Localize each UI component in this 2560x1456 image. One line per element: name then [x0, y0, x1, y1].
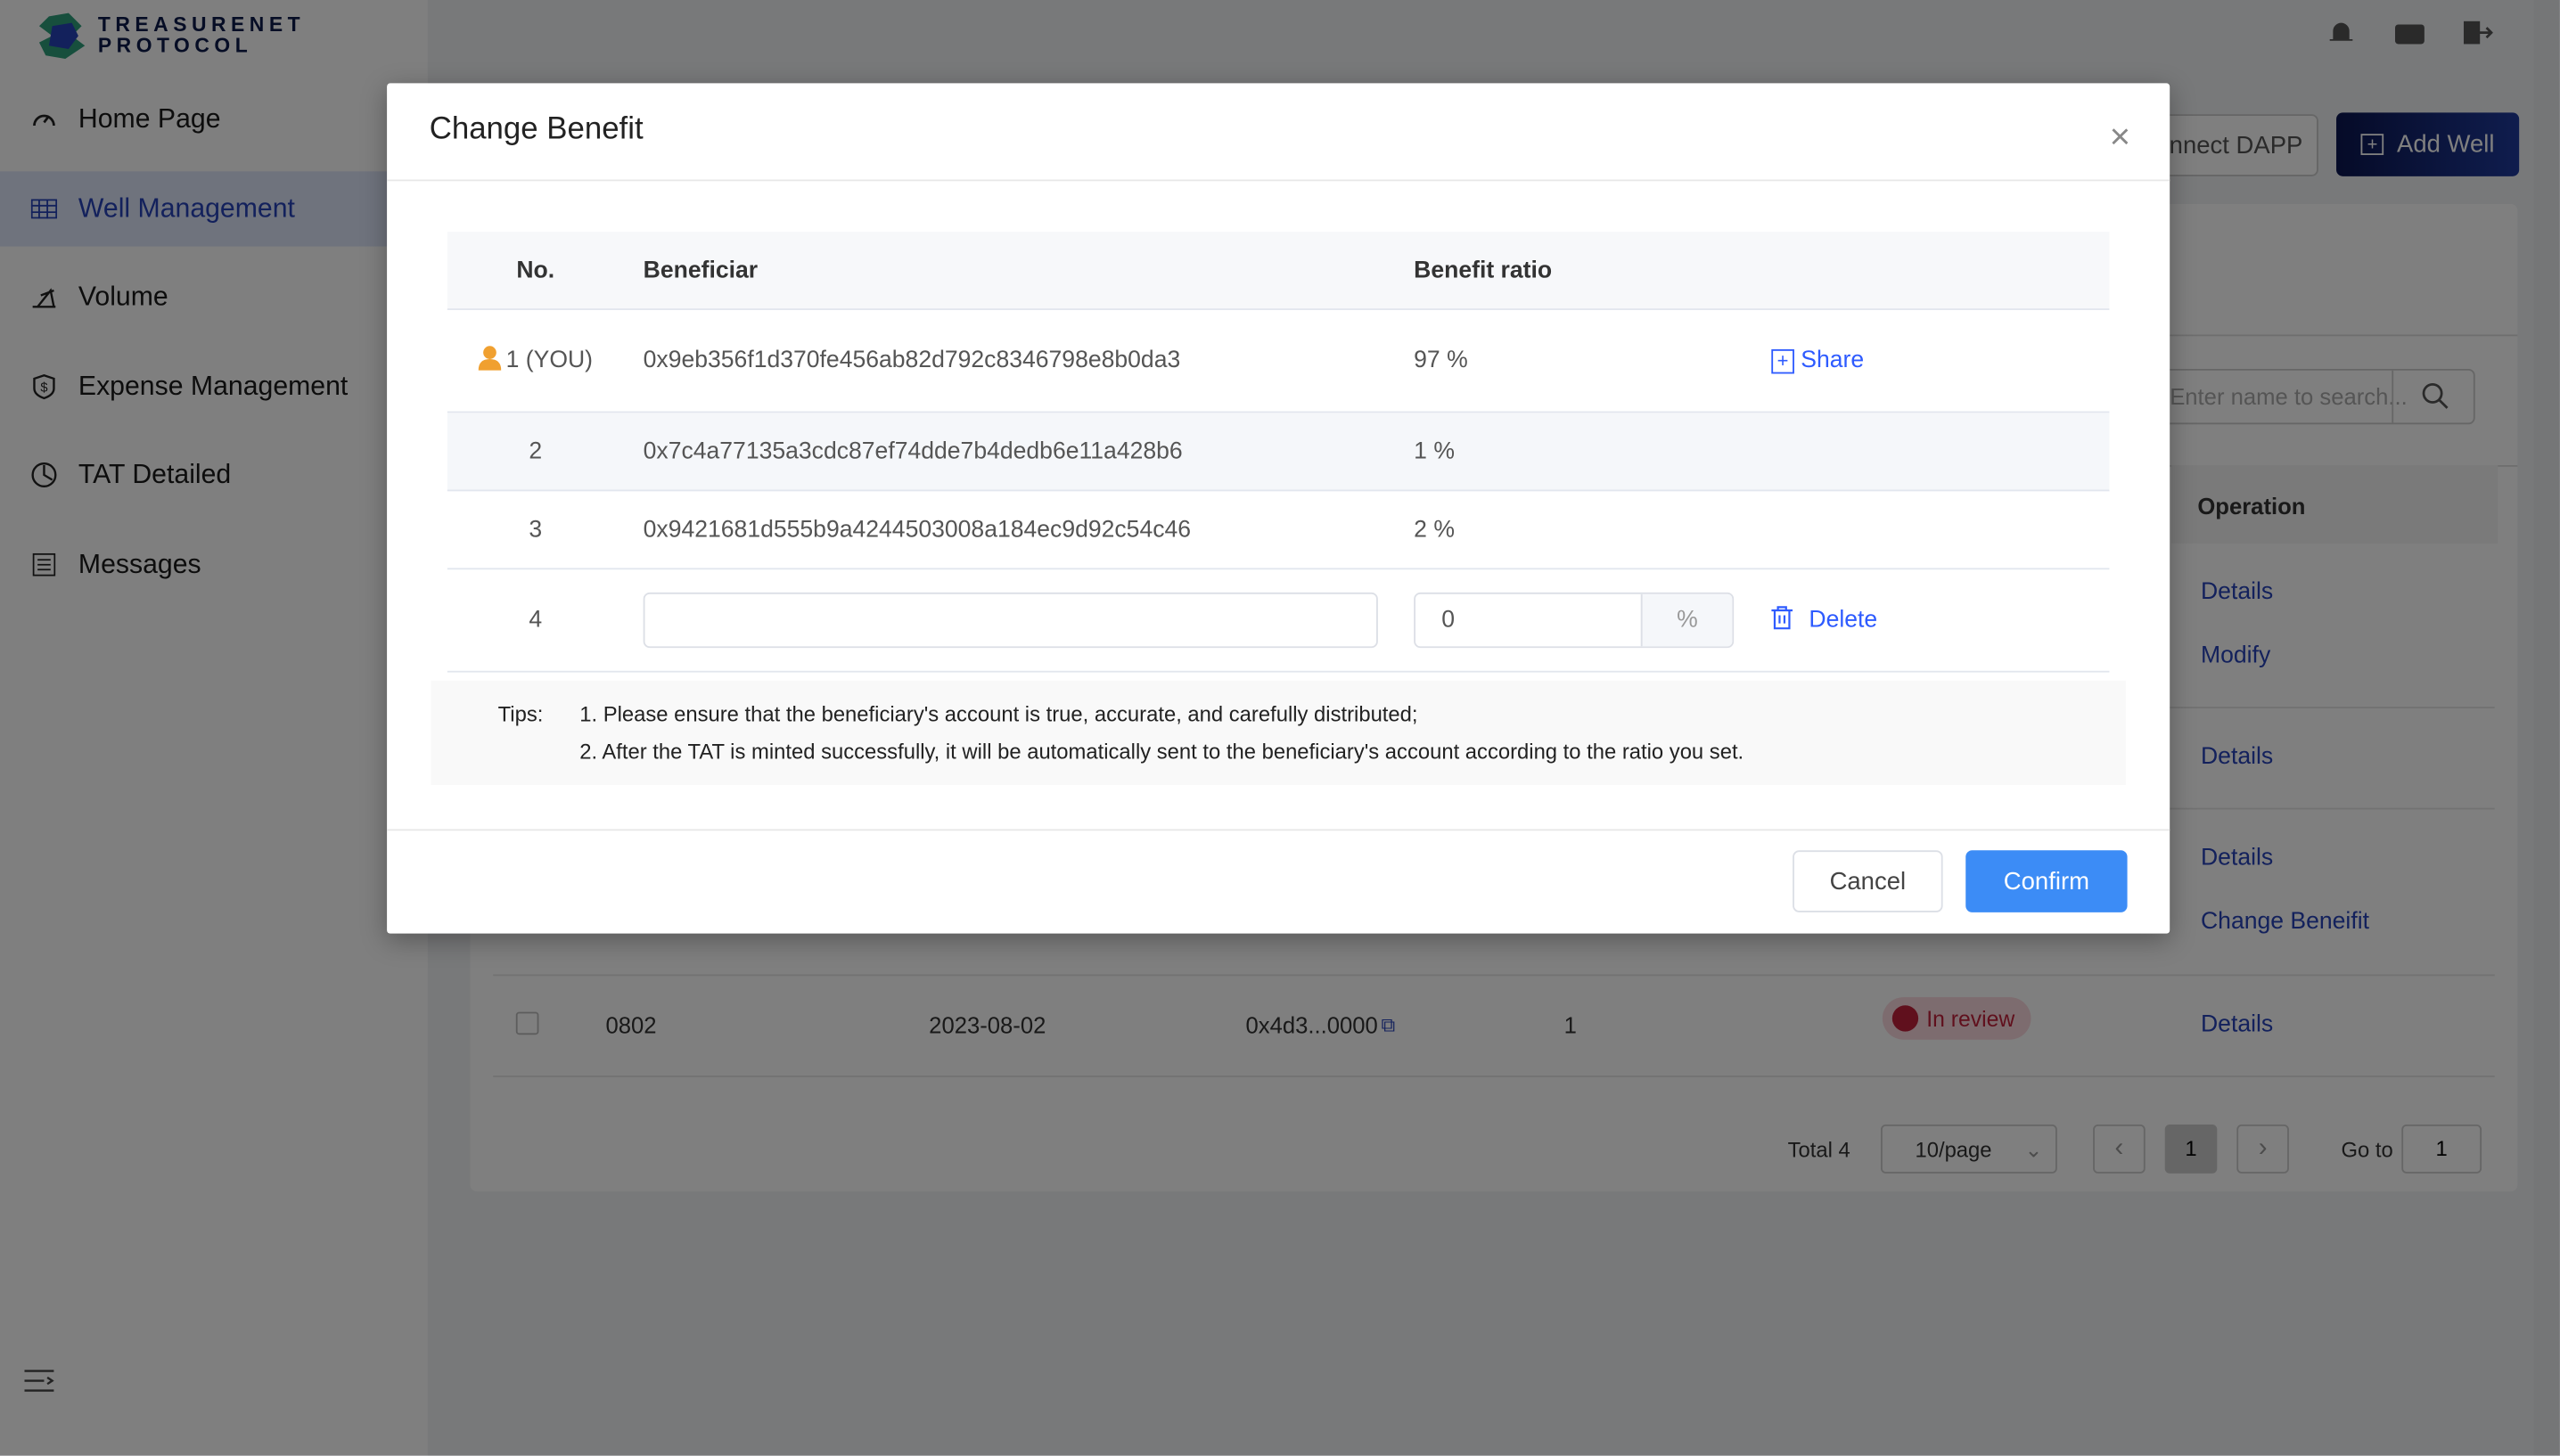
tips-box: Tips: 1. Please ensure that the benefici… [431, 680, 2126, 785]
plus-square-icon: + [1771, 348, 1794, 373]
user-icon [478, 344, 502, 377]
beneficiary-address: 0x7c4a77135a3cdc87ef74dde7b4dedb6e11a428… [643, 438, 1183, 465]
cancel-button[interactable]: Cancel [1793, 850, 1943, 912]
dialog-title: Change Benefit [429, 112, 644, 147]
table-header: No. Beneficiar Benefit ratio [447, 232, 2110, 311]
delete-button[interactable]: Delete [1771, 569, 1877, 671]
beneficiary-address-input[interactable] [643, 592, 1378, 649]
change-benefit-dialog: Change Benefit × No. Beneficiar Benefit … [387, 83, 2170, 934]
share-button[interactable]: + Share [1771, 310, 1864, 412]
benefit-ratio-input[interactable]: 0 % [1414, 592, 1735, 649]
close-icon[interactable]: × [2110, 116, 2131, 159]
table-row: 2 0x7c4a77135a3cdc87ef74dde7b4dedb6e11a4… [447, 413, 2110, 492]
percent-suffix: % [1640, 593, 1733, 647]
table-row: 3 0x9421681d555b9a4244503008a184ec9d92c5… [447, 491, 2110, 570]
table-row: 1 (YOU) 0x9eb356f1d370fe456ab82d792c8346… [447, 310, 2110, 413]
benefit-ratio: 97 % [1414, 348, 1468, 374]
beneficiary-address: 0x9421681d555b9a4244503008a184ec9d92c54c… [643, 516, 1192, 544]
confirm-button[interactable]: Confirm [1965, 850, 2128, 912]
benefit-ratio: 1 % [1414, 438, 1455, 465]
beneficiary-address: 0x9eb356f1d370fe456ab82d792c8346798e8b0d… [643, 348, 1181, 374]
table-row-new: 4 0 % Delete [447, 569, 2110, 673]
trash-icon [1771, 605, 1793, 636]
benefit-ratio: 2 % [1414, 516, 1455, 544]
